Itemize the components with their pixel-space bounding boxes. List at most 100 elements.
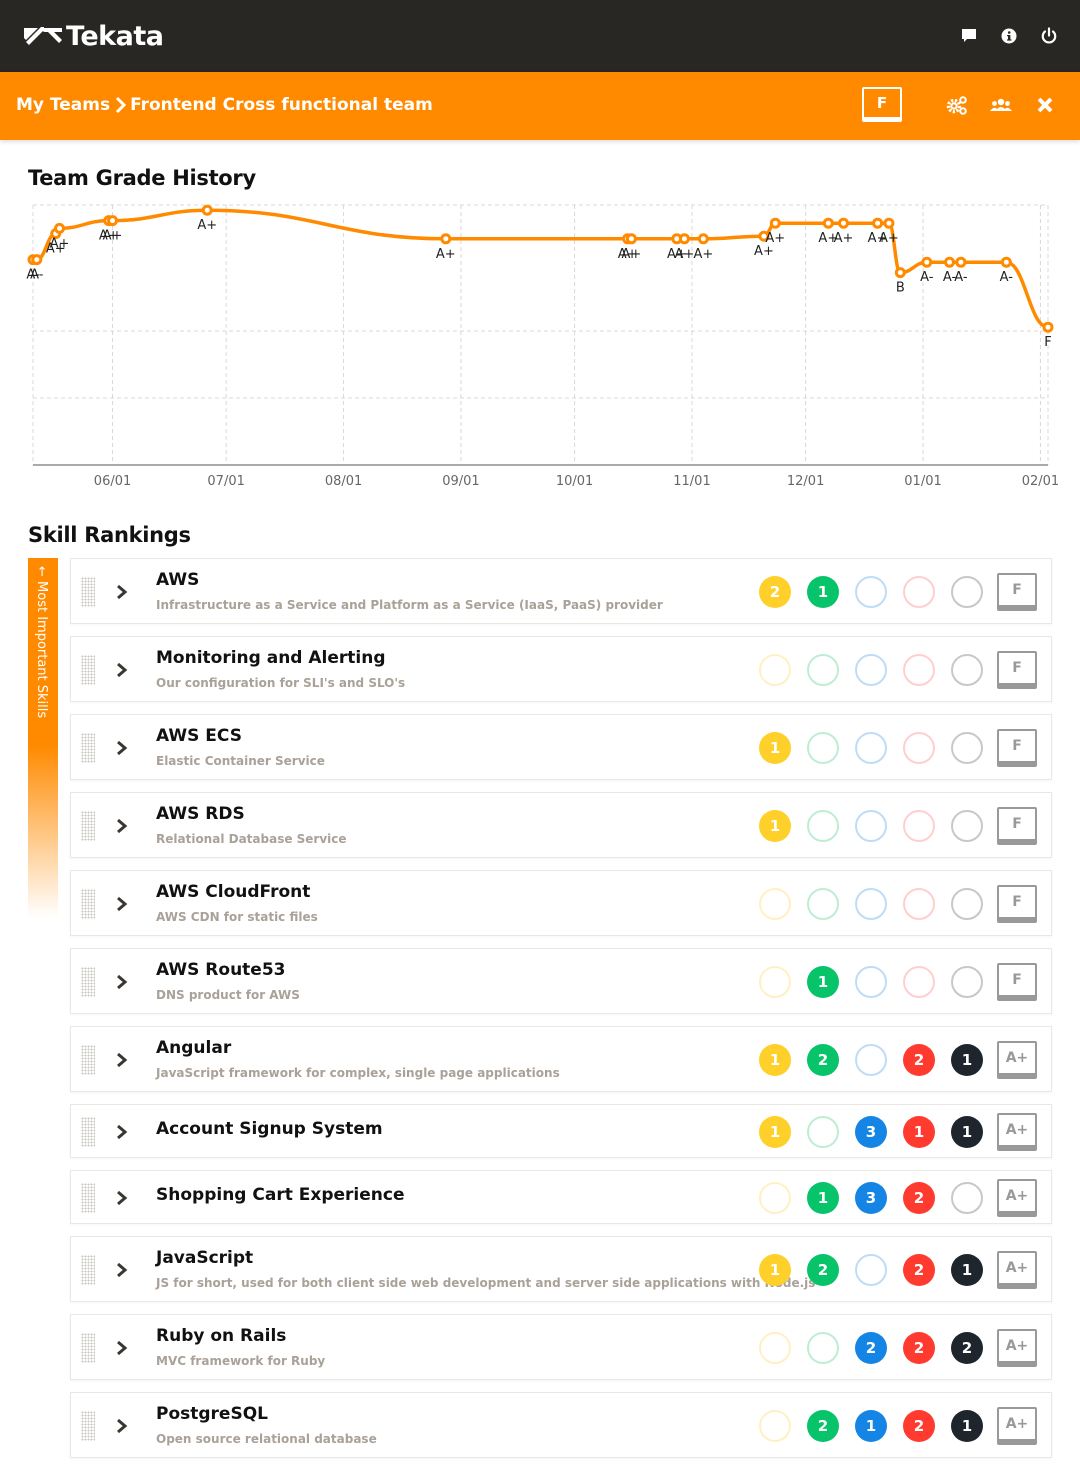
skill-level-2-count[interactable]: 1 (807, 1182, 839, 1214)
skill-level-1-count[interactable]: 1 (759, 732, 791, 764)
skill-grade-badge[interactable]: F (997, 885, 1037, 923)
drag-handle-icon[interactable] (81, 733, 95, 763)
skill-grade-badge[interactable]: F (997, 807, 1037, 845)
logo[interactable]: Tekata (24, 20, 164, 52)
drag-handle-icon[interactable] (81, 1333, 95, 1363)
drag-handle-icon[interactable] (81, 1045, 95, 1075)
skill-grade-badge[interactable]: A+ (997, 1041, 1037, 1079)
settings-gears-icon[interactable] (946, 94, 968, 116)
skill-level-1-count[interactable]: 1 (759, 1044, 791, 1076)
skill-level-4-count[interactable]: 2 (903, 1332, 935, 1364)
drag-handle-icon[interactable] (81, 967, 95, 997)
skill-level-3-count[interactable] (855, 732, 887, 764)
drag-handle-icon[interactable] (81, 655, 95, 685)
skill-level-3-count[interactable] (855, 1044, 887, 1076)
skill-level-2-count[interactable]: 2 (807, 1044, 839, 1076)
skill-level-5-count[interactable] (951, 966, 983, 998)
skill-level-1-count[interactable] (759, 1182, 791, 1214)
skill-row[interactable]: Monitoring and Alerting Our configuration… (70, 636, 1052, 702)
team-members-icon[interactable] (990, 94, 1012, 116)
skill-grade-badge[interactable]: F (997, 729, 1037, 767)
expand-chevron-icon[interactable] (115, 1050, 129, 1070)
skill-level-3-count[interactable] (855, 654, 887, 686)
skill-level-4-count[interactable]: 2 (903, 1182, 935, 1214)
expand-chevron-icon[interactable] (115, 972, 129, 992)
skill-level-1-count[interactable] (759, 654, 791, 686)
skill-level-3-count[interactable] (855, 576, 887, 608)
skill-row[interactable]: Angular JavaScript framework for complex,… (70, 1026, 1052, 1092)
skill-row[interactable]: AWS ECS Elastic Container Service 1 F (70, 714, 1052, 780)
skill-level-3-count[interactable] (855, 1254, 887, 1286)
info-icon[interactable] (1000, 26, 1018, 46)
skill-level-2-count[interactable] (807, 654, 839, 686)
skill-level-3-count[interactable]: 3 (855, 1116, 887, 1148)
skill-level-1-count[interactable]: 1 (759, 810, 791, 842)
skill-level-3-count[interactable]: 2 (855, 1332, 887, 1364)
skill-row[interactable]: AWS RDS Relational Database Service 1 F (70, 792, 1052, 858)
skill-level-1-count[interactable] (759, 966, 791, 998)
skill-level-2-count[interactable] (807, 732, 839, 764)
skill-level-3-count[interactable] (855, 966, 887, 998)
skill-level-2-count[interactable] (807, 810, 839, 842)
skill-level-1-count[interactable]: 2 (759, 576, 791, 608)
skill-grade-badge[interactable]: A+ (997, 1251, 1037, 1289)
skill-level-4-count[interactable]: 2 (903, 1254, 935, 1286)
skill-level-3-count[interactable]: 3 (855, 1182, 887, 1214)
expand-chevron-icon[interactable] (115, 738, 129, 758)
skill-level-5-count[interactable] (951, 1182, 983, 1214)
expand-chevron-icon[interactable] (115, 1338, 129, 1358)
skill-level-5-count[interactable] (951, 654, 983, 686)
expand-chevron-icon[interactable] (115, 1260, 129, 1280)
skill-grade-badge[interactable]: A+ (997, 1113, 1037, 1151)
skill-level-2-count[interactable] (807, 1116, 839, 1148)
drag-handle-icon[interactable] (81, 1183, 95, 1213)
skill-level-1-count[interactable] (759, 1332, 791, 1364)
expand-chevron-icon[interactable] (115, 1416, 129, 1436)
skill-level-2-count[interactable] (807, 888, 839, 920)
skill-grade-badge[interactable]: A+ (997, 1179, 1037, 1217)
expand-chevron-icon[interactable] (115, 816, 129, 836)
breadcrumb-my-teams[interactable]: My Teams (16, 95, 110, 115)
skill-level-2-count[interactable]: 1 (807, 576, 839, 608)
skill-level-4-count[interactable] (903, 576, 935, 608)
skill-row[interactable]: AWS CloudFront AWS CDN for static files F (70, 870, 1052, 936)
skill-grade-badge[interactable]: F (997, 651, 1037, 689)
expand-chevron-icon[interactable] (115, 1188, 129, 1208)
skill-row[interactable]: JavaScript JS for short, used for both cl… (70, 1236, 1052, 1302)
expand-chevron-icon[interactable] (115, 894, 129, 914)
skill-level-4-count[interactable]: 2 (903, 1044, 935, 1076)
skill-level-2-count[interactable] (807, 1332, 839, 1364)
skill-row[interactable]: AWS Route53 DNS product for AWS 1 F (70, 948, 1052, 1014)
skill-row[interactable]: PostgreSQL Open source relational databas… (70, 1392, 1052, 1458)
skill-level-4-count[interactable] (903, 810, 935, 842)
skill-level-1-count[interactable]: 1 (759, 1254, 791, 1286)
skill-level-4-count[interactable] (903, 966, 935, 998)
chat-icon[interactable] (960, 26, 978, 46)
expand-chevron-icon[interactable] (115, 660, 129, 680)
skill-level-5-count[interactable]: 1 (951, 1044, 983, 1076)
skill-row[interactable]: Account Signup System 1 3 1 1 A+ (70, 1104, 1052, 1158)
drag-handle-icon[interactable] (81, 1255, 95, 1285)
skill-level-5-count[interactable]: 1 (951, 1116, 983, 1148)
drag-handle-icon[interactable] (81, 889, 95, 919)
power-icon[interactable] (1040, 26, 1058, 46)
skill-level-4-count[interactable]: 1 (903, 1116, 935, 1148)
skill-level-4-count[interactable]: 2 (903, 1410, 935, 1442)
drag-handle-icon[interactable] (81, 577, 95, 607)
skill-level-4-count[interactable] (903, 732, 935, 764)
skill-level-5-count[interactable] (951, 810, 983, 842)
skill-level-3-count[interactable]: 1 (855, 1410, 887, 1442)
drag-handle-icon[interactable] (81, 811, 95, 841)
skill-row[interactable]: Ruby on Rails MVC framework for Ruby 2 2 2 A+ (70, 1314, 1052, 1380)
skill-grade-badge[interactable]: A+ (997, 1329, 1037, 1367)
skill-grade-badge[interactable]: F (997, 963, 1037, 1001)
skill-grade-badge[interactable]: F (997, 573, 1037, 611)
drag-handle-icon[interactable] (81, 1411, 95, 1441)
expand-chevron-icon[interactable] (115, 1122, 129, 1142)
skill-row[interactable]: Shopping Cart Experience 1 3 2 A+ (70, 1170, 1052, 1224)
skill-level-5-count[interactable]: 1 (951, 1410, 983, 1442)
expand-chevron-icon[interactable] (115, 582, 129, 602)
skill-level-5-count[interactable]: 1 (951, 1254, 983, 1286)
skill-grade-badge[interactable]: A+ (997, 1407, 1037, 1445)
team-grade-badge[interactable]: F (862, 87, 902, 122)
